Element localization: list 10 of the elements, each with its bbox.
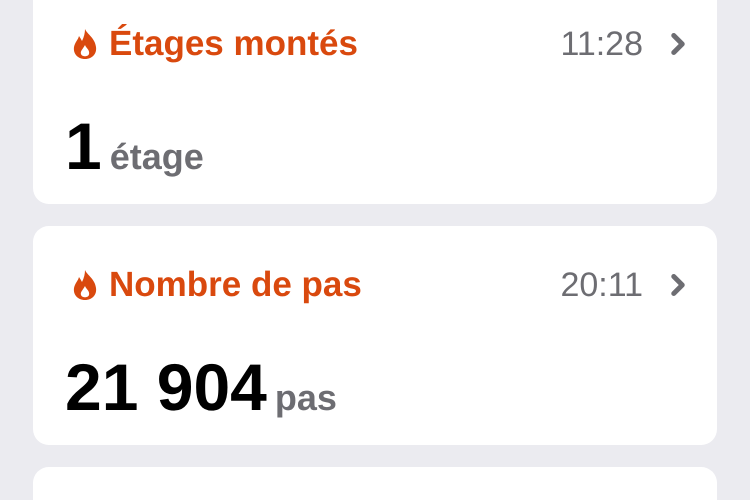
value-text: 1: [65, 112, 102, 178]
value-text: 21 904: [65, 354, 267, 420]
flame-icon: [71, 269, 99, 302]
unit-text: pas: [274, 380, 337, 416]
unit-text: étage: [110, 138, 204, 174]
time-label: 20:11: [560, 264, 643, 306]
flame-icon: [71, 28, 99, 60]
time-label: 11:28: [560, 24, 643, 65]
card-title: Étages montés: [109, 23, 358, 65]
card-title: Nombre de pas: [109, 264, 362, 306]
